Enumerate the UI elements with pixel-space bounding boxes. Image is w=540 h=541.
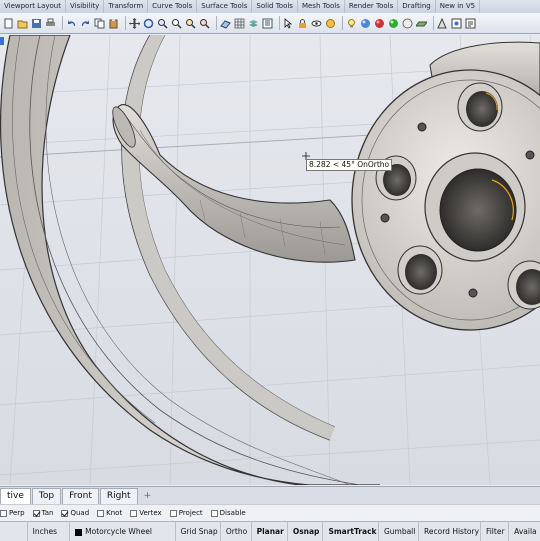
toolbar-separator (433, 16, 434, 30)
environment-icon[interactable] (402, 18, 413, 29)
add-viewport-tab-icon[interactable]: + (139, 489, 157, 504)
paste-icon[interactable] (108, 18, 119, 29)
osnap-label: Perp (9, 509, 25, 517)
available-memory: Availa (514, 527, 537, 536)
osnap-icon[interactable] (451, 18, 462, 29)
checkbox[interactable] (210, 509, 218, 517)
units-cell[interactable]: Inches (28, 522, 71, 541)
checkbox-checked[interactable] (61, 509, 69, 517)
osnap-bar: Perp Tan Quad Knot Vertex Project Disabl… (0, 504, 540, 521)
zoom-extents-icon[interactable] (185, 18, 196, 29)
ortho-toggle[interactable]: Ortho (221, 522, 252, 541)
zoom-window-icon[interactable] (171, 18, 182, 29)
open-file-icon[interactable] (17, 18, 28, 29)
select-icon[interactable] (283, 17, 294, 29)
grid-snap-toggle[interactable]: Grid Snap (176, 522, 221, 541)
ground-plane-icon[interactable] (416, 18, 427, 29)
render-icon[interactable] (360, 18, 371, 29)
layer-color-swatch (75, 528, 83, 536)
materials-icon[interactable] (374, 18, 385, 29)
hide-icon[interactable] (311, 18, 322, 29)
layer-name: Motorcycle Wheel (85, 527, 152, 536)
toolbar-separator (342, 16, 343, 30)
layer-icon[interactable] (248, 18, 259, 29)
osnap-label: Knot (106, 509, 123, 517)
osnap-project[interactable]: Project (169, 509, 203, 517)
history-icon[interactable] (465, 18, 476, 29)
tab-solid-tools[interactable]: Solid Tools (252, 0, 298, 13)
osnap-label: Disable (219, 509, 246, 517)
checkbox[interactable] (97, 509, 105, 517)
tab-front[interactable]: Front (62, 488, 99, 504)
cplane-icon[interactable] (220, 18, 231, 29)
zoom-selected-icon[interactable] (199, 18, 210, 29)
smarttrack-toggle[interactable]: SmartTrack (323, 522, 379, 541)
tab-curve-tools[interactable]: Curve Tools (148, 0, 198, 13)
tab-right[interactable]: Right (99, 488, 138, 504)
grid-icon[interactable] (234, 18, 245, 29)
lights-icon[interactable] (346, 18, 357, 29)
current-layer[interactable]: Motorcycle Wheel (70, 522, 176, 541)
osnap-label: Vertex (139, 509, 162, 517)
toolbar-separator (125, 16, 126, 30)
planar-toggle[interactable]: Planar (252, 522, 288, 541)
redo-icon[interactable] (80, 18, 91, 29)
rotate-view-icon[interactable] (143, 18, 154, 29)
wheel-model-render (0, 35, 540, 485)
tab-render-tools[interactable]: Render Tools (345, 0, 399, 13)
toolbar-separator (216, 16, 217, 30)
osnap-tan[interactable]: Tan (32, 509, 54, 517)
color-icon[interactable] (388, 18, 399, 29)
perspective-viewport[interactable]: 8.282 < 45° OnOrtho (0, 35, 540, 485)
tab-top[interactable]: Top (31, 488, 62, 504)
distance-angle-readout: 8.282 < 45° OnOrtho (306, 159, 393, 171)
show-icon[interactable] (325, 18, 336, 29)
undo-icon[interactable] (66, 18, 77, 29)
toolbar-separator (279, 16, 280, 30)
properties-icon[interactable] (262, 18, 273, 29)
tab-perspective[interactable]: tive (0, 488, 31, 504)
tab-drafting[interactable]: Drafting (398, 0, 436, 13)
tab-mesh-tools[interactable]: Mesh Tools (298, 0, 345, 13)
print-icon[interactable] (45, 18, 56, 29)
checkbox[interactable] (169, 509, 177, 517)
save-icon[interactable] (31, 18, 42, 29)
active-viewport-marker (0, 37, 4, 45)
analyze-icon[interactable] (437, 17, 448, 29)
tab-surface-tools[interactable]: Surface Tools (197, 0, 253, 13)
new-file-icon[interactable] (3, 18, 14, 29)
main-toolbar (0, 13, 540, 34)
checkbox[interactable] (130, 509, 138, 517)
osnap-label: Project (178, 509, 203, 517)
rhino-window: Viewport Layout Visibility Transform Cur… (0, 0, 540, 541)
osnap-disable[interactable]: Disable (210, 509, 246, 517)
record-history-toggle[interactable]: Record History (419, 522, 481, 541)
coordinates-cell (0, 522, 28, 541)
osnap-knot[interactable]: Knot (97, 509, 122, 517)
status-bar: Inches Motorcycle Wheel Grid Snap Ortho … (0, 521, 540, 541)
tab-new-in-v5[interactable]: New in V5 (436, 0, 481, 13)
osnap-label: Quad (70, 509, 90, 517)
osnap-quad[interactable]: Quad (61, 509, 89, 517)
zoom-icon[interactable] (157, 18, 168, 29)
lock-icon[interactable] (297, 18, 308, 29)
osnap-vertex[interactable]: Vertex (130, 509, 162, 517)
pan-icon[interactable] (129, 17, 140, 29)
osnap-label: Tan (41, 509, 54, 517)
tab-transform[interactable]: Transform (104, 0, 149, 13)
gumball-toggle[interactable]: Gumball (379, 522, 420, 541)
toolbar-separator (62, 16, 63, 30)
viewport-tabs: tive Top Front Right + (0, 486, 540, 504)
toolbar-tab-strip: Viewport Layout Visibility Transform Cur… (0, 0, 540, 14)
tab-viewport-layout[interactable]: Viewport Layout (0, 0, 66, 13)
checkbox-checked[interactable] (32, 509, 40, 517)
osnap-toggle[interactable]: Osnap (288, 522, 324, 541)
copy-icon[interactable] (94, 18, 105, 29)
tab-visibility[interactable]: Visibility (66, 0, 105, 13)
osnap-perp[interactable]: Perp (0, 509, 25, 517)
checkbox[interactable] (0, 509, 7, 517)
filter-toggle[interactable]: Filter (481, 522, 510, 541)
